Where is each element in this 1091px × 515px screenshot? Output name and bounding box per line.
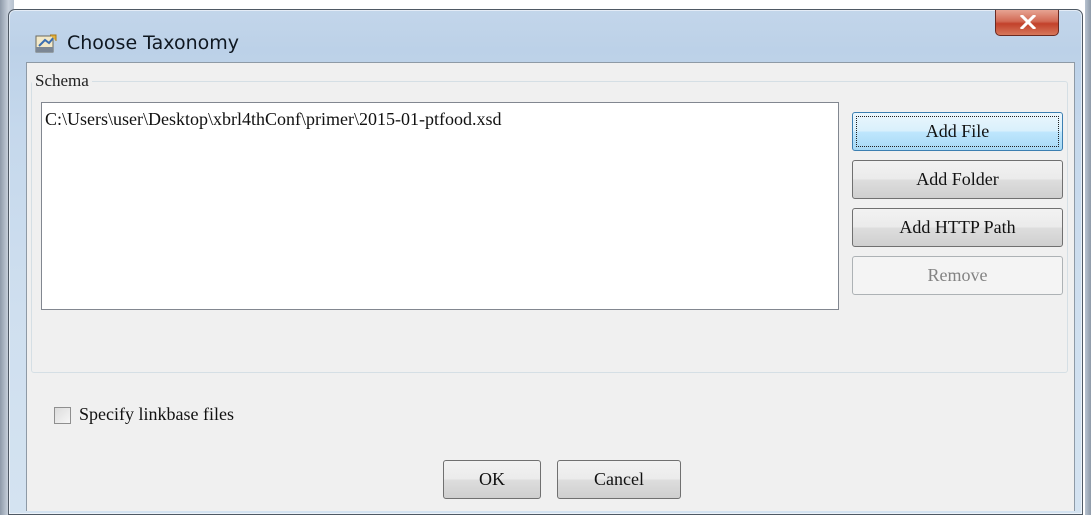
close-icon	[1019, 15, 1037, 29]
taxonomy-app-icon	[35, 34, 57, 54]
add-file-label: Add File	[925, 121, 990, 141]
schema-file-list[interactable]: C:\Users\user\Desktop\xbrl4thConf\primer…	[41, 102, 839, 310]
specify-linkbase-label[interactable]: Specify linkbase files	[79, 404, 234, 425]
add-folder-button[interactable]: Add Folder	[852, 160, 1063, 199]
add-http-path-button[interactable]: Add HTTP Path	[852, 208, 1063, 247]
desktop-background-right	[1085, 0, 1091, 515]
choose-taxonomy-dialog: Choose Taxonomy Schema C:\Users\user\Des…	[8, 9, 1083, 515]
specify-linkbase-checkbox[interactable]	[54, 407, 71, 424]
add-file-button[interactable]: Add File	[852, 112, 1063, 151]
dialog-client-area: Schema C:\Users\user\Desktop\xbrl4thConf…	[26, 62, 1075, 511]
close-button[interactable]	[995, 10, 1059, 36]
ok-button[interactable]: OK	[443, 460, 541, 499]
remove-button[interactable]: Remove	[852, 256, 1063, 295]
cancel-button[interactable]: Cancel	[557, 460, 681, 499]
window-title: Choose Taxonomy	[67, 32, 239, 54]
schema-group-label: Schema	[32, 71, 92, 91]
schema-groupbox: Schema C:\Users\user\Desktop\xbrl4thConf…	[31, 71, 1068, 373]
schema-list-item[interactable]: C:\Users\user\Desktop\xbrl4thConf\primer…	[45, 109, 501, 130]
